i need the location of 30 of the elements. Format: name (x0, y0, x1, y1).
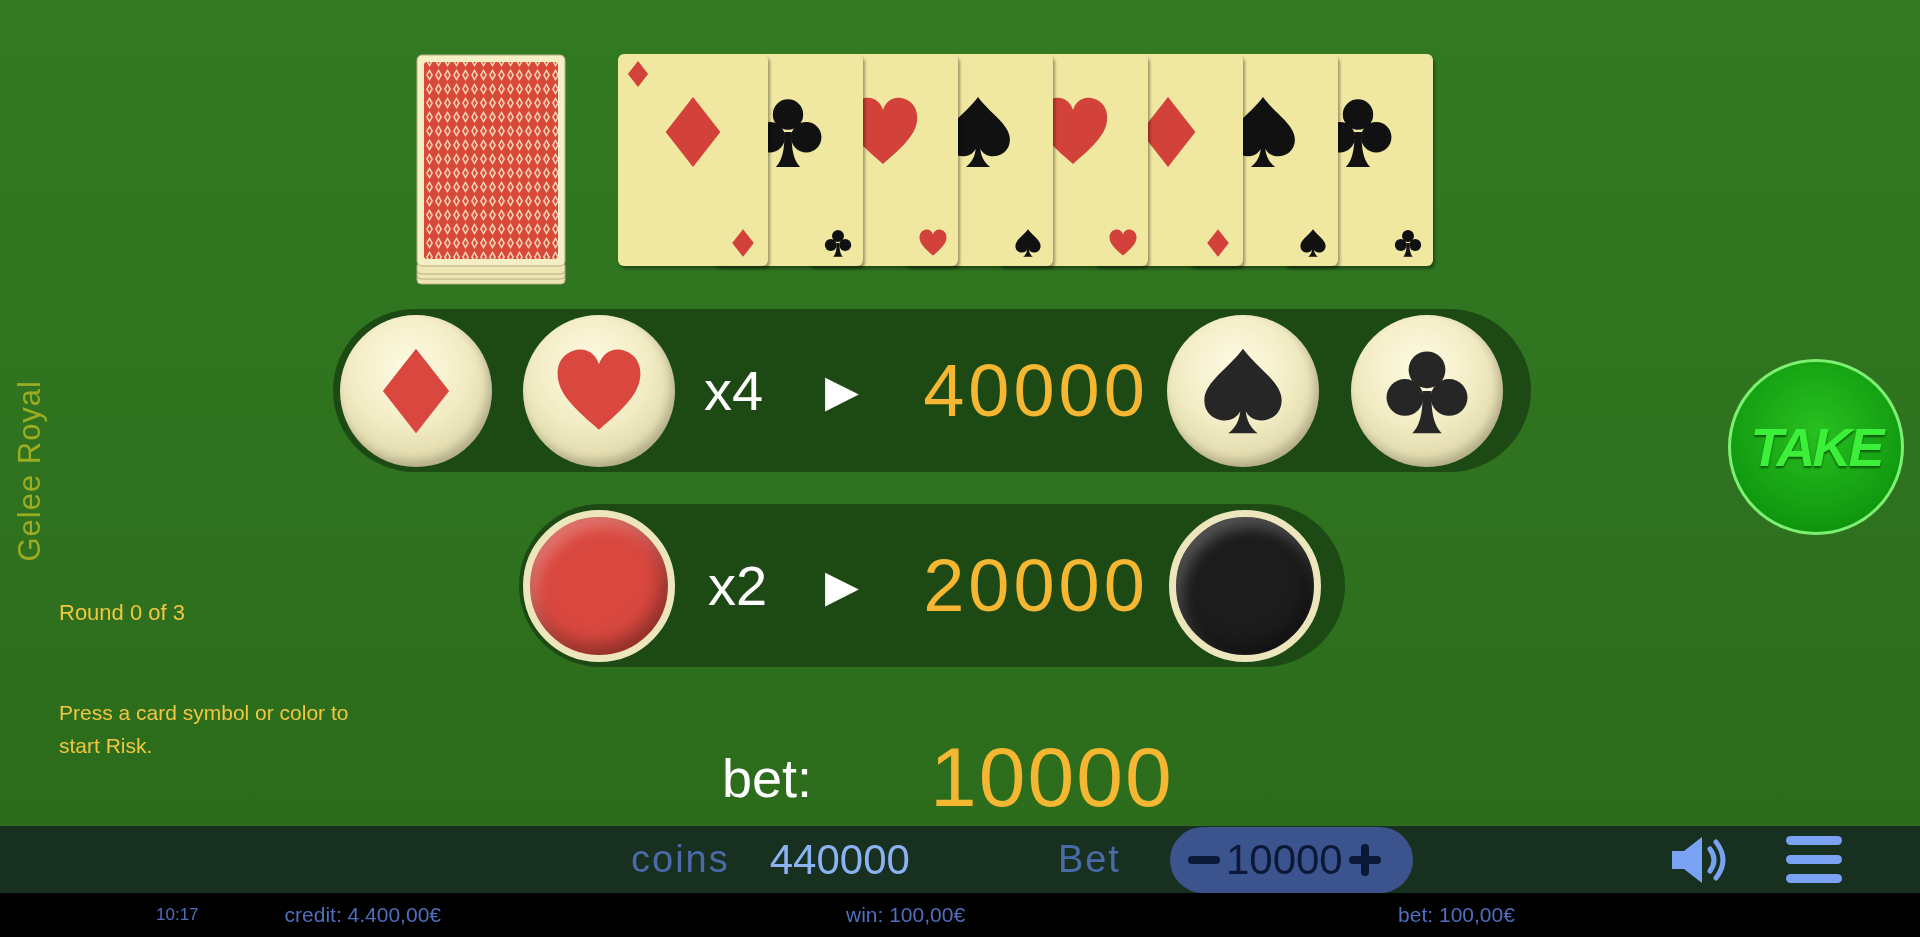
heart-icon (1108, 228, 1138, 258)
club-icon (1393, 228, 1423, 258)
multiplier: x2 (708, 553, 768, 618)
clock: 10:17 (156, 905, 199, 925)
arrow-glyph: ▶ (825, 560, 860, 611)
win-amount: 40000 (923, 348, 1149, 433)
multiplier: x4 (704, 358, 764, 423)
bet-text: bet: 100,00€ (1398, 903, 1515, 927)
plus-icon (1346, 841, 1383, 878)
arrow-glyph: ▶ (825, 365, 860, 416)
game-title: Gelee Royal (12, 380, 46, 562)
round-counter: Round 0 of 3 (59, 599, 186, 626)
menu-button[interactable] (1785, 833, 1842, 886)
coins-label: coins (631, 838, 730, 881)
spade-icon (1013, 228, 1043, 258)
instruction-text: Press a card symbol or color to start Risk. (59, 699, 350, 760)
bet-label: bet: (722, 746, 813, 809)
club-icon (823, 228, 853, 258)
heart-icon (918, 228, 948, 258)
spade-icon (1298, 228, 1328, 258)
minus-icon (1187, 855, 1220, 864)
win-amount: 20000 (923, 543, 1149, 628)
bet-amount: 10000 (930, 729, 1174, 826)
bet-value: 10000 (1225, 835, 1343, 884)
take-button[interactable]: TAKE (1728, 359, 1904, 535)
credit-text: credit: 4.400,00€ (284, 903, 441, 927)
coins-value: 440000 (769, 835, 910, 884)
menu-icon (1785, 833, 1842, 886)
win-text: win: 100,00€ (846, 903, 966, 927)
bet-label: Bet (1057, 838, 1121, 881)
